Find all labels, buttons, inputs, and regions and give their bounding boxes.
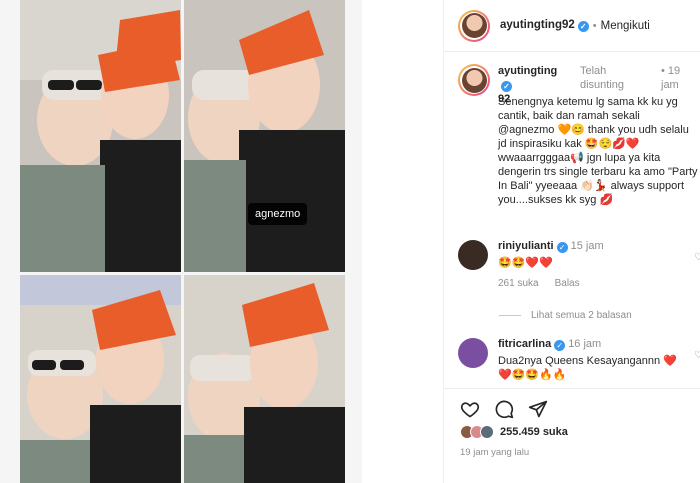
commenter-username[interactable]: fitricarlina [498, 338, 551, 350]
view-replies-link[interactable]: Lihat semua 2 balasan [499, 310, 632, 321]
following-button[interactable]: Mengikuti [601, 20, 650, 32]
like-heart-icon[interactable] [460, 399, 480, 419]
comment-time: 15 jam [570, 240, 604, 252]
caption-avatar-image [461, 67, 487, 93]
verified-icon: ✓ [577, 21, 589, 32]
like-comment-icon[interactable]: ♡ [694, 350, 700, 361]
liker-avatar [480, 425, 494, 439]
caption-text: Senengnya ketemu lg sama kk ku yg cantik… [498, 96, 698, 206]
reply-button[interactable]: Balas [555, 278, 580, 289]
comment-text: Dua2nya Queens Kesayangannn ❤️❤️🤩🤩🔥🔥 [498, 355, 677, 381]
caption-avatar[interactable] [458, 64, 490, 96]
likes-count[interactable]: 255.459 suka [500, 426, 568, 438]
post-photo-1[interactable] [20, 0, 181, 272]
author-username[interactable]: ayutingting92 ✓ [500, 19, 589, 32]
verified-icon: ✓ [556, 242, 568, 253]
caption-time: • 19 jam [661, 65, 681, 91]
post-header: ayutingting92 ✓ • Mengikuti [444, 0, 700, 52]
edited-label: Telah disunting [580, 65, 625, 91]
comment-text: 🤩🤩❤️❤️ [498, 257, 553, 269]
user-tag-label[interactable]: agnezmo [248, 203, 308, 225]
post-timestamp: 19 jam yang lalu [460, 447, 530, 458]
comment-time: 16 jam [568, 338, 602, 350]
post-photo-2[interactable] [184, 0, 345, 272]
likes-summary[interactable]: 255.459 suka [460, 425, 568, 439]
comment-likes[interactable]: 261 suka [498, 278, 539, 289]
post-photo-3[interactable] [20, 275, 181, 483]
verified-icon: ✓ [554, 340, 566, 351]
commenter-avatar[interactable] [458, 338, 488, 368]
commenter-avatar[interactable] [458, 240, 488, 270]
commenter-username[interactable]: riniyulianti [498, 240, 554, 252]
share-icon[interactable] [528, 399, 548, 419]
comment-icon[interactable] [494, 399, 514, 419]
avatar-image [461, 13, 487, 38]
post-actions: 255.459 suka 19 jam yang lalu [444, 388, 700, 478]
like-comment-icon[interactable]: ♡ [694, 252, 700, 263]
post-details-panel: ayutingting92 ✓ • Mengikuti ayutingting✓ 9… [443, 0, 700, 483]
verified-icon: ✓ [501, 81, 512, 92]
post-media[interactable]: agnezmo [0, 0, 362, 483]
separator-dot: • [592, 19, 597, 32]
post-photo-4[interactable] [184, 275, 345, 483]
avatar[interactable] [458, 9, 490, 42]
